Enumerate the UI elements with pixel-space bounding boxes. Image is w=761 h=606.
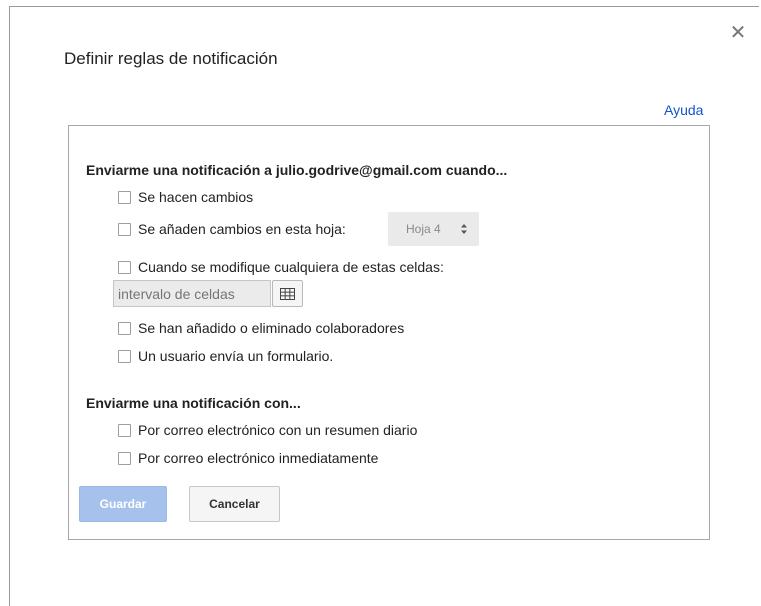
cell-range-input[interactable] <box>113 280 271 307</box>
sheet-changes-label: Se añaden cambios en esta hoja: <box>138 221 346 237</box>
daily-digest-label: Por correo electrónico con un resumen di… <box>138 422 418 438</box>
daily-digest-checkbox[interactable] <box>118 423 131 437</box>
select-range-button[interactable] <box>272 280 303 307</box>
help-link[interactable]: Ayuda <box>664 102 703 118</box>
changes-made-label: Se hacen cambios <box>138 189 254 205</box>
dialog-title: Definir reglas de notificación <box>64 49 278 68</box>
sheet-changes-checkbox[interactable] <box>118 222 131 236</box>
grid-icon <box>280 287 295 300</box>
form-submitted-checkbox[interactable] <box>118 349 131 363</box>
changes-made-checkbox[interactable] <box>118 190 131 204</box>
sheet-select-value: Hoja 4 <box>406 222 441 236</box>
option-changes-made[interactable]: Se hacen cambios <box>118 188 253 206</box>
sheet-select[interactable]: Hoja 4 <box>388 212 479 246</box>
form-submitted-label: Un usuario envía un formulario. <box>138 348 334 364</box>
how-section-heading: Enviarme una notificación con... <box>86 395 301 411</box>
cells-modified-checkbox[interactable] <box>118 260 131 274</box>
up-down-arrows-icon <box>461 224 467 234</box>
collaborators-checkbox[interactable] <box>118 321 131 335</box>
cancel-button[interactable]: Cancelar <box>189 486 280 522</box>
option-collaborators[interactable]: Se han añadido o eliminado colaboradores <box>118 319 404 337</box>
cells-modified-label: Cuando se modifique cualquiera de estas … <box>138 259 444 275</box>
immediately-checkbox[interactable] <box>118 451 131 465</box>
option-cells-modified[interactable]: Cuando se modifique cualquiera de estas … <box>118 258 444 276</box>
when-section-heading: Enviarme una notificación a julio.godriv… <box>86 162 508 178</box>
save-button[interactable]: Guardar <box>79 486 167 522</box>
option-daily-digest[interactable]: Por correo electrónico con un resumen di… <box>118 421 417 439</box>
close-icon[interactable]: ✕ <box>729 23 747 43</box>
collaborators-label: Se han añadido o eliminado colaboradores <box>138 320 405 336</box>
option-immediately[interactable]: Por correo electrónico inmediatamente <box>118 449 378 467</box>
immediately-label: Por correo electrónico inmediatamente <box>138 450 379 466</box>
option-sheet-changes[interactable]: Se añaden cambios en esta hoja: <box>118 220 346 238</box>
option-form-submitted[interactable]: Un usuario envía un formulario. <box>118 347 333 365</box>
